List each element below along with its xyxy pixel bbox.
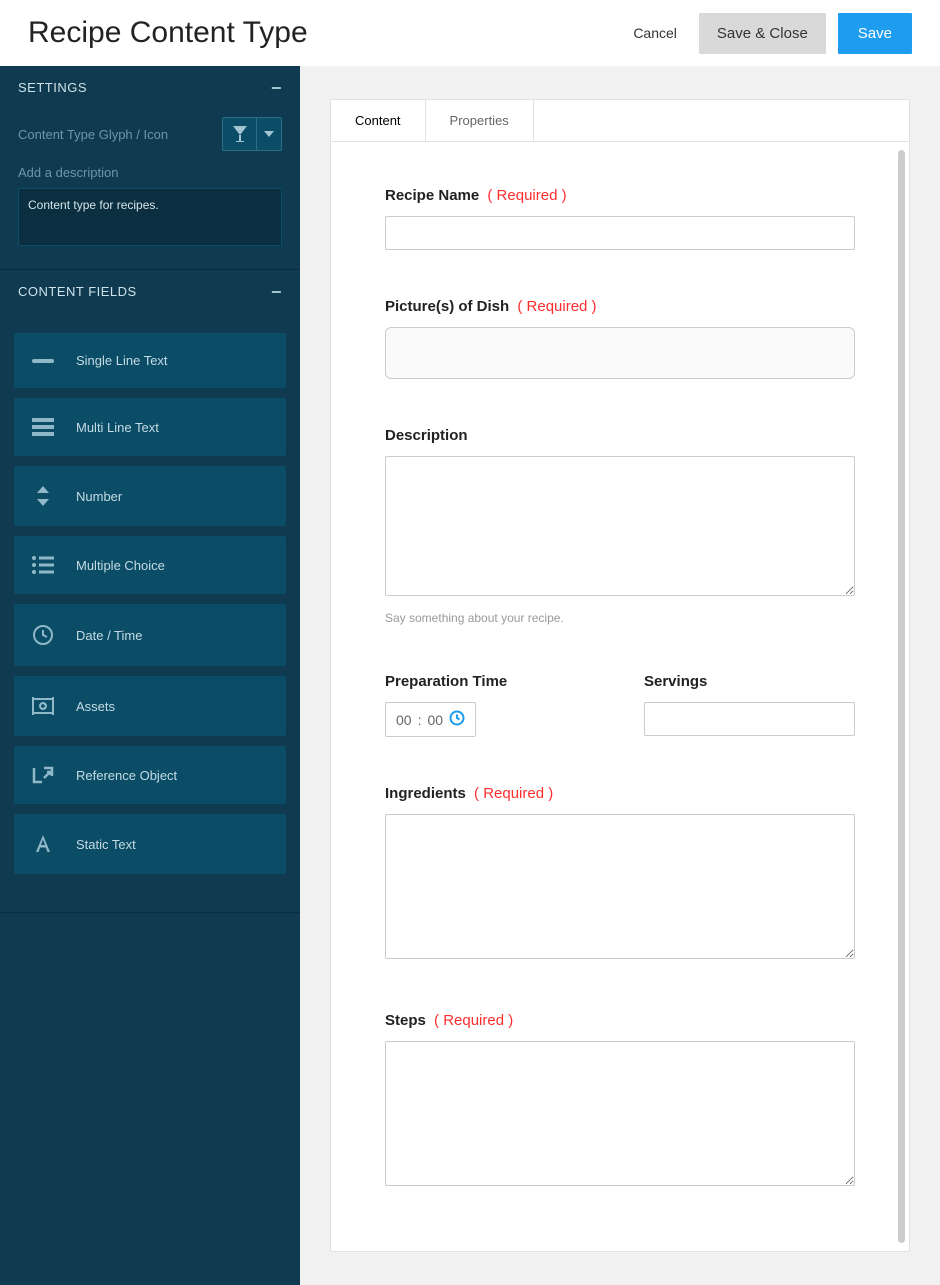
prep-time-input[interactable]: 00 : 00 <box>385 702 476 737</box>
field-pictures: Picture(s) of Dish ( Required ) <box>385 298 855 379</box>
text-a-icon <box>28 834 58 854</box>
field-type-static-text[interactable]: Static Text <box>14 814 286 874</box>
clock-icon <box>449 710 465 729</box>
field-description: Description Say something about your rec… <box>385 427 855 625</box>
prep-time-label: Preparation Time <box>385 673 507 690</box>
chevron-down-icon <box>257 118 281 150</box>
field-ingredients: Ingredients ( Required ) <box>385 785 855 964</box>
scrollbar[interactable] <box>898 150 905 1243</box>
recipe-name-label: Recipe Name <box>385 187 479 204</box>
required-tag: ( Required ) <box>434 1012 513 1029</box>
tab-content[interactable]: Content <box>331 100 426 141</box>
field-type-date-time[interactable]: Date / Time <box>14 604 286 666</box>
field-type-label: Multiple Choice <box>76 558 165 573</box>
description-label: Description <box>385 427 468 444</box>
field-type-label: Assets <box>76 699 115 714</box>
time-mm: 00 <box>427 712 443 728</box>
description-hint: Say something about your recipe. <box>385 611 855 625</box>
servings-input[interactable] <box>644 702 855 736</box>
martini-glass-icon <box>223 118 257 150</box>
field-type-multi-line-text[interactable]: Multi Line Text <box>14 398 286 456</box>
save-close-button[interactable]: Save & Close <box>699 13 826 54</box>
field-type-reference-object[interactable]: Reference Object <box>14 746 286 804</box>
clock-icon <box>28 624 58 646</box>
field-type-label: Date / Time <box>76 628 142 643</box>
content-fields-section-header[interactable]: CONTENT FIELDS − <box>0 269 300 313</box>
field-type-multiple-choice[interactable]: Multiple Choice <box>14 536 286 594</box>
field-steps: Steps ( Required ) <box>385 1012 855 1191</box>
required-tag: ( Required ) <box>474 785 553 802</box>
description-label: Add a description <box>18 165 282 180</box>
glyph-label: Content Type Glyph / Icon <box>18 127 168 142</box>
glyph-selector[interactable] <box>222 117 282 151</box>
description-textarea[interactable] <box>18 188 282 246</box>
field-type-label: Reference Object <box>76 768 177 783</box>
time-hh: 00 <box>396 712 412 728</box>
ingredients-label: Ingredients <box>385 785 466 802</box>
field-type-label: Multi Line Text <box>76 420 159 435</box>
pictures-label: Picture(s) of Dish <box>385 298 509 315</box>
time-sep: : <box>418 712 422 728</box>
page-title: Recipe Content Type <box>28 16 308 50</box>
field-row-prep-servings: Preparation Time 00 : 00 <box>385 673 855 737</box>
steps-label: Steps <box>385 1012 426 1029</box>
main-area: Content Properties Recipe Name ( Require… <box>300 66 940 1285</box>
field-type-label: Number <box>76 489 122 504</box>
save-button[interactable]: Save <box>838 13 912 54</box>
minus-icon: − <box>271 286 282 298</box>
multi-line-icon <box>28 418 58 436</box>
minus-icon: − <box>271 82 282 94</box>
single-line-icon <box>28 357 58 365</box>
required-tag: ( Required ) <box>517 298 596 315</box>
steps-textarea[interactable] <box>385 1041 855 1186</box>
content-fields-header-label: CONTENT FIELDS <box>18 284 137 299</box>
required-tag: ( Required ) <box>487 187 566 204</box>
field-type-number[interactable]: Number <box>14 466 286 526</box>
content-fields-body: Single Line Text Multi Line Text Number … <box>0 313 300 904</box>
ingredients-textarea[interactable] <box>385 814 855 959</box>
settings-section-body: Content Type Glyph / Icon Add a descript… <box>0 109 300 269</box>
reference-icon <box>28 766 58 784</box>
field-type-assets[interactable]: Assets <box>14 676 286 736</box>
recipe-name-input[interactable] <box>385 216 855 250</box>
tab-properties[interactable]: Properties <box>426 100 534 141</box>
field-type-label: Static Text <box>76 837 136 852</box>
number-stepper-icon <box>28 486 58 506</box>
header-actions: Cancel Save & Close Save <box>623 13 912 54</box>
settings-header-label: SETTINGS <box>18 80 87 95</box>
field-type-single-line-text[interactable]: Single Line Text <box>14 333 286 388</box>
assets-icon <box>28 696 58 716</box>
field-recipe-name: Recipe Name ( Required ) <box>385 187 855 250</box>
settings-section-header[interactable]: SETTINGS − <box>0 66 300 109</box>
field-type-label: Single Line Text <box>76 353 168 368</box>
cancel-button[interactable]: Cancel <box>623 17 687 49</box>
page-header: Recipe Content Type Cancel Save & Close … <box>0 0 940 66</box>
list-icon <box>28 556 58 574</box>
description-textarea[interactable] <box>385 456 855 596</box>
pictures-upload-area[interactable] <box>385 327 855 379</box>
tabs-header: Content Properties <box>331 100 909 142</box>
content-tab-panel: Recipe Name ( Required ) Picture(s) of D… <box>331 142 909 1251</box>
sidebar: SETTINGS − Content Type Glyph / Icon Add… <box>0 66 300 1285</box>
servings-label: Servings <box>644 673 707 690</box>
tabs-container: Content Properties Recipe Name ( Require… <box>330 99 910 1252</box>
